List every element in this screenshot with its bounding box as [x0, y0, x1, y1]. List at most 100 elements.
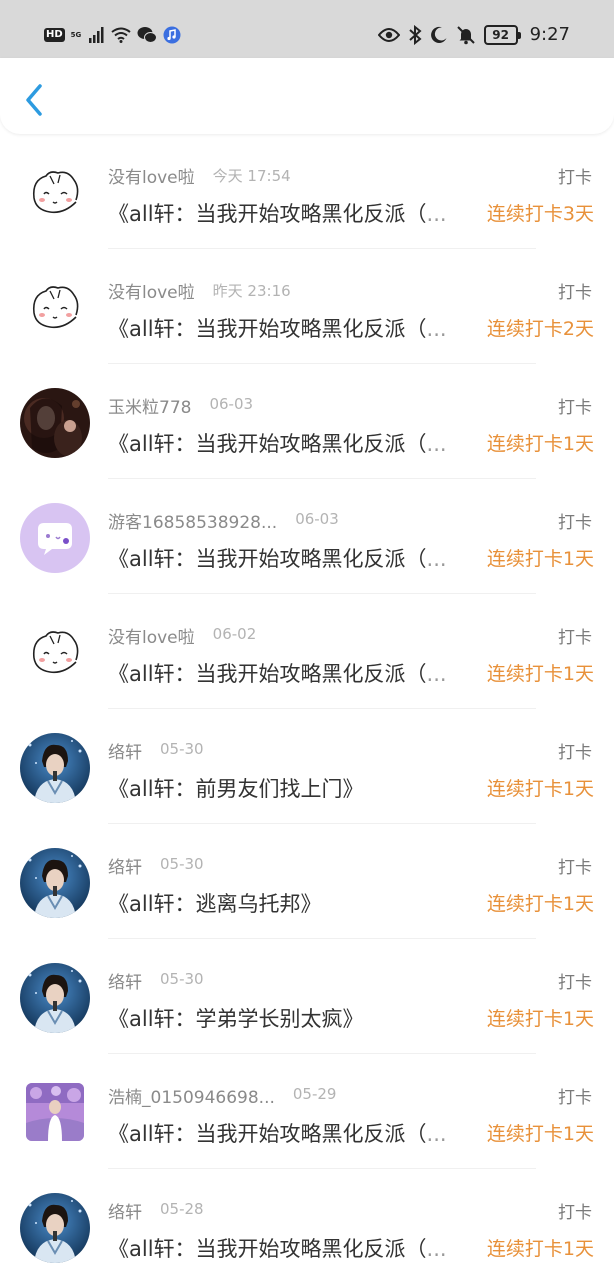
avatar[interactable]: [20, 848, 90, 918]
battery-indicator: 92: [483, 25, 521, 45]
book-title-text: 《all轩：学弟学长别太疯》: [108, 1007, 364, 1031]
checkin-type-label: 打卡: [558, 283, 592, 303]
username[interactable]: 络轩: [108, 738, 142, 763]
checkin-type-label: 打卡: [558, 1203, 592, 1223]
hd-badge: HD: [44, 28, 65, 42]
avatar[interactable]: [20, 963, 90, 1033]
ellipsis: ...: [426, 202, 447, 226]
post-date: 05-30: [160, 855, 204, 873]
username[interactable]: 没有love啦: [108, 278, 195, 303]
status-left: HD 5G: [44, 26, 181, 44]
book-title-text: 《all轩：当我开始攻略黑化反派（: [108, 317, 427, 341]
photo-avatar-icon: [26, 1083, 84, 1141]
streak-label: 连续打卡1天: [486, 893, 594, 915]
doodle-avatar-icon: [20, 273, 90, 343]
back-button[interactable]: [18, 80, 50, 120]
avatar[interactable]: [20, 388, 90, 458]
list-item[interactable]: 络轩 05-30 打卡 《all轩：逃离乌托邦》 连续打卡1天: [0, 824, 614, 939]
streak-label: 连续打卡1天: [486, 1238, 594, 1260]
status-right: 92 9:27: [377, 24, 570, 46]
username[interactable]: 络轩: [108, 968, 142, 993]
book-title[interactable]: 《all轩：当我开始攻略黑化反派（...: [108, 1118, 480, 1148]
streak-label: 连续打卡1天: [486, 1008, 594, 1030]
mute-icon: [456, 26, 475, 45]
top-nav-bar: [0, 58, 614, 134]
post-date: 06-02: [212, 625, 257, 643]
username[interactable]: 没有love啦: [108, 163, 195, 188]
photo-avatar-icon: [20, 388, 90, 458]
book-title-text: 《all轩：当我开始攻略黑化反派（: [108, 1237, 427, 1261]
photo-avatar-icon: [20, 963, 90, 1033]
checkin-type-label: 打卡: [558, 513, 592, 533]
streak-label: 连续打卡1天: [486, 433, 594, 455]
avatar[interactable]: [20, 158, 90, 228]
checkin-type-label: 打卡: [558, 743, 592, 763]
post-date: 05-30: [160, 970, 204, 988]
list-item[interactable]: 没有love啦 06-02 打卡 《all轩：当我开始攻略黑化反派（... 连续…: [0, 594, 614, 709]
status-bar: HD 5G 92 9:27: [0, 0, 614, 58]
checkin-type-label: 打卡: [558, 973, 592, 993]
post-date: 06-03: [295, 510, 339, 528]
photo-avatar-icon: [20, 1193, 90, 1263]
ellipsis: ...: [426, 1122, 447, 1146]
doodle-avatar-icon: [20, 158, 90, 228]
list-item[interactable]: 浩楠_0150946698... 05-29 打卡 《all轩：当我开始攻略黑化…: [0, 1054, 614, 1169]
avatar[interactable]: [20, 618, 90, 688]
book-title[interactable]: 《all轩：当我开始攻略黑化反派（...: [108, 313, 480, 343]
avatar[interactable]: [20, 273, 90, 343]
username[interactable]: 游客16858538928...: [108, 508, 277, 533]
book-title[interactable]: 《all轩：当我开始攻略黑化反派（...: [108, 543, 480, 573]
ellipsis: ...: [426, 1237, 447, 1261]
signal-icon: [88, 27, 104, 43]
wifi-icon: [111, 27, 131, 43]
book-title-text: 《all轩：当我开始攻略黑化反派（: [108, 202, 427, 226]
list-item[interactable]: 游客16858538928... 06-03 打卡 《all轩：当我开始攻略黑化…: [0, 479, 614, 594]
book-title-text: 《all轩：逃离乌托邦》: [108, 892, 322, 916]
post-date: 06-03: [209, 395, 254, 413]
streak-label: 连续打卡1天: [486, 1123, 594, 1145]
avatar[interactable]: [20, 503, 90, 573]
streak-label: 连续打卡1天: [486, 663, 594, 685]
chat-bubble-avatar-icon: [20, 503, 90, 573]
post-date: 05-28: [160, 1200, 204, 1218]
post-date: 昨天 23:16: [212, 282, 291, 300]
post-date: 05-30: [160, 740, 204, 758]
avatar[interactable]: [20, 1193, 90, 1263]
book-title[interactable]: 《all轩：前男友们找上门》: [108, 773, 480, 803]
checkin-list: 没有love啦 今天 17:54 打卡 《all轩：当我开始攻略黑化反派（...…: [0, 134, 614, 1280]
post-date: 05-29: [292, 1085, 337, 1103]
list-item[interactable]: 玉米粒778 06-03 打卡 《all轩：当我开始攻略黑化反派（... 连续打…: [0, 364, 614, 479]
book-title[interactable]: 《all轩：学弟学长别太疯》: [108, 1003, 480, 1033]
book-title[interactable]: 《all轩：当我开始攻略黑化反派（...: [108, 198, 480, 228]
list-item[interactable]: 络轩 05-28 打卡 《all轩：当我开始攻略黑化反派（... 连续打卡1天: [0, 1169, 614, 1280]
username[interactable]: 络轩: [108, 853, 142, 878]
list-item[interactable]: 没有love啦 昨天 23:16 打卡 《all轩：当我开始攻略黑化反派（...…: [0, 249, 614, 364]
book-title[interactable]: 《all轩：当我开始攻略黑化反派（...: [108, 658, 480, 688]
wechat-icon: [137, 27, 157, 43]
streak-label: 连续打卡3天: [486, 203, 594, 225]
avatar[interactable]: [26, 1083, 84, 1141]
username[interactable]: 没有love啦: [108, 623, 195, 648]
book-title-text: 《all轩：前男友们找上门》: [108, 777, 364, 801]
list-item[interactable]: 没有love啦 今天 17:54 打卡 《all轩：当我开始攻略黑化反派（...…: [0, 134, 614, 249]
doodle-avatar-icon: [20, 618, 90, 688]
book-title-text: 《all轩：当我开始攻略黑化反派（: [108, 432, 427, 456]
ellipsis: ...: [426, 432, 447, 456]
photo-avatar-icon: [20, 848, 90, 918]
book-title-text: 《all轩：当我开始攻略黑化反派（: [108, 662, 427, 686]
avatar[interactable]: [20, 733, 90, 803]
username[interactable]: 络轩: [108, 1198, 142, 1223]
checkin-type-label: 打卡: [558, 1088, 592, 1108]
checkin-type-label: 打卡: [558, 858, 592, 878]
username[interactable]: 玉米粒778: [108, 393, 191, 418]
book-title[interactable]: 《all轩：当我开始攻略黑化反派（...: [108, 428, 480, 458]
list-item[interactable]: 络轩 05-30 打卡 《all轩：学弟学长别太疯》 连续打卡1天: [0, 939, 614, 1054]
username[interactable]: 浩楠_0150946698...: [108, 1083, 275, 1108]
streak-label: 连续打卡1天: [486, 778, 594, 800]
moon-icon: [430, 26, 447, 43]
list-item[interactable]: 络轩 05-30 打卡 《all轩：前男友们找上门》 连续打卡1天: [0, 709, 614, 824]
book-title[interactable]: 《all轩：当我开始攻略黑化反派（...: [108, 1233, 480, 1263]
book-title[interactable]: 《all轩：逃离乌托邦》: [108, 888, 480, 918]
checkin-type-label: 打卡: [558, 628, 592, 648]
book-title-text: 《all轩：当我开始攻略黑化反派（: [108, 1122, 427, 1146]
